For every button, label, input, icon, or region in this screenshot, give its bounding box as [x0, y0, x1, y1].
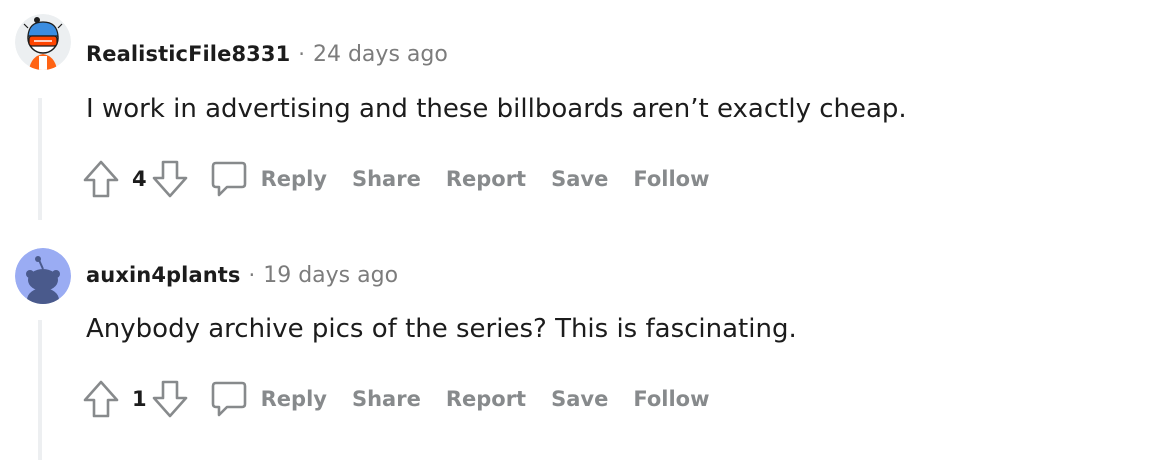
- author-name[interactable]: auxin4plants: [86, 263, 241, 287]
- timestamp[interactable]: 19 days ago: [263, 263, 398, 288]
- timestamp[interactable]: 24 days ago: [313, 42, 448, 67]
- downvote-arrow-icon: [152, 380, 187, 418]
- reply-button[interactable]: Reply: [261, 387, 327, 411]
- comment-actions: 4 Reply Share Report Save Follow: [82, 159, 710, 199]
- save-button[interactable]: Save: [551, 387, 608, 411]
- reply-icon-button[interactable]: [209, 159, 249, 199]
- upvote-button[interactable]: [82, 379, 120, 419]
- report-button[interactable]: Report: [446, 387, 526, 411]
- default-snoo-avatar-icon: [15, 248, 71, 304]
- reply-icon-button[interactable]: [209, 379, 249, 419]
- downvote-button[interactable]: [151, 159, 189, 199]
- thread-line[interactable]: [38, 98, 42, 220]
- upvote-arrow-icon: [83, 380, 119, 418]
- report-button[interactable]: Report: [446, 167, 526, 191]
- downvote-button[interactable]: [151, 379, 189, 419]
- upvote-arrow-icon: [83, 160, 119, 198]
- speech-bubble-icon: [211, 381, 246, 417]
- thread-line[interactable]: [38, 320, 42, 460]
- reply-button[interactable]: Reply: [261, 167, 327, 191]
- comment: auxin4plants · 19 days ago Anybody archi…: [0, 230, 1170, 460]
- comment: RealisticFile8331 · 24 days ago I work i…: [0, 0, 1170, 230]
- upvote-button[interactable]: [82, 159, 120, 199]
- downvote-arrow-icon: [152, 160, 187, 198]
- avatar[interactable]: [15, 248, 71, 304]
- follow-button[interactable]: Follow: [633, 387, 709, 411]
- comment-text: Anybody archive pics of the series? This…: [86, 314, 797, 344]
- comment-meta: RealisticFile8331 · 24 days ago: [86, 42, 448, 67]
- save-button[interactable]: Save: [551, 167, 608, 191]
- author-name[interactable]: RealisticFile8331: [86, 42, 290, 66]
- snoo-avatar-icon: [15, 14, 71, 70]
- meta-separator: ·: [248, 263, 256, 287]
- avatar[interactable]: [15, 14, 71, 70]
- comment-text: I work in advertising and these billboar…: [86, 94, 907, 124]
- speech-bubble-icon: [211, 161, 246, 197]
- share-button[interactable]: Share: [352, 167, 421, 191]
- vote-score: 1: [132, 387, 147, 411]
- share-button[interactable]: Share: [352, 387, 421, 411]
- follow-button[interactable]: Follow: [633, 167, 709, 191]
- comment-meta: auxin4plants · 19 days ago: [86, 263, 398, 288]
- meta-separator: ·: [298, 42, 305, 66]
- vote-score: 4: [132, 167, 147, 191]
- comment-actions: 1 Reply Share Report Save Follow: [82, 379, 710, 419]
